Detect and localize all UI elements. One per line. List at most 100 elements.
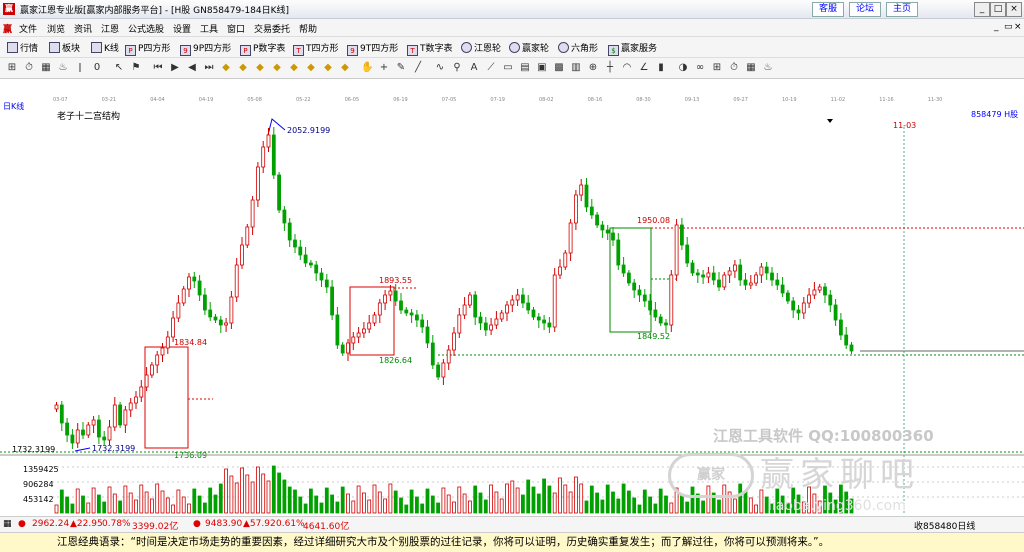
menu-trade[interactable]: 交易委托 [254,22,290,35]
flag-icon[interactable]: ⚑ [130,62,142,74]
grid-icon[interactable]: ⊞ [6,62,18,74]
angle-icon[interactable]: ⊞ [711,62,723,74]
candle [648,300,652,311]
diamond4-icon[interactable]: ◆ [339,62,351,74]
arc-icon[interactable]: ∞ [694,62,706,74]
p-number-table-button[interactable]: P P数字表 [240,41,285,56]
diamond6-icon[interactable]: + [378,62,390,74]
fan-icon[interactable]: ▩ [553,62,565,74]
play-icon[interactable]: ▶ [169,62,181,74]
status-grid-icon[interactable]: ▦ [3,519,12,529]
menu-formula[interactable]: 公式选股 [128,22,164,35]
sector-button[interactable]: 板块 [49,41,80,54]
menu-tools[interactable]: 工具 [200,22,218,35]
menu-browse[interactable]: 浏览 [47,22,65,35]
magnet-icon[interactable]: ▤ [519,62,531,74]
maximize-button[interactable]: □ [990,2,1006,17]
home-link[interactable]: 主页 [886,2,918,17]
study-dropdown-icon[interactable] [827,119,833,123]
candle [197,280,202,296]
t-square-button[interactable]: T T四方形 [293,41,339,56]
volume-bar [473,485,478,514]
menu-settings[interactable]: 设置 [173,22,191,35]
calendar-icon[interactable]: ▦ [40,62,52,74]
diamond5-icon[interactable]: ✋ [361,62,373,74]
service-link[interactable]: 客服 [812,2,844,17]
diamond7-icon[interactable]: ✎ [395,62,407,74]
cursor-icon[interactable]: ↖ [113,62,125,74]
first-icon[interactable]: ⏭ [203,62,215,74]
candle [404,309,409,314]
volume-bar [404,504,409,514]
zero-icon[interactable]: 0 [91,62,103,74]
candle [335,314,340,346]
volume-bar [388,483,393,514]
diamond2-icon[interactable]: ◆ [305,62,317,74]
hexagon-button[interactable]: 六角形 [558,41,598,54]
text-icon[interactable]: ▣ [536,62,548,74]
mdi-restore-button[interactable]: ▭ [1004,22,1013,32]
quotes-button[interactable]: 行情 [7,41,38,54]
clock-icon[interactable]: ⏱ [23,62,35,74]
line-icon[interactable]: ⟋ [485,62,497,74]
print-icon[interactable]: ∠ [638,62,650,74]
menu-app-icon[interactable]: 赢 [3,22,12,35]
menu-info[interactable]: 资讯 [74,22,92,35]
zoom-icon[interactable]: ▮ [655,62,667,74]
right-icon[interactable]: ◆ [271,62,283,74]
kline-icon[interactable]: ǀ [74,62,86,74]
winner-wheel-button[interactable]: 赢家轮 [509,41,549,54]
volume-bar [229,475,234,514]
crosshair-icon[interactable]: ⚲ [451,62,463,74]
p-square-button[interactable]: P P四方形 [125,41,170,56]
tick-chart-icon[interactable]: ♨ [57,62,69,74]
box-icon[interactable]: ▥ [570,62,582,74]
ruler-icon[interactable]: ◑ [677,62,689,74]
candle [457,314,462,334]
up-icon[interactable]: ◆ [220,62,232,74]
9p-square-button[interactable]: 9 9P四方形 [180,41,231,56]
mdi-close-button[interactable]: × [1014,22,1022,32]
diamond8-icon[interactable]: ╱ [412,62,424,74]
pie-icon[interactable]: ▦ [745,62,757,74]
volume-bar [181,496,186,514]
9t-square-button[interactable]: 9 9T四方形 [347,41,398,56]
winner-service-button[interactable]: $ 赢家服务 [608,41,657,56]
pen-icon[interactable]: A [468,62,480,74]
candle [759,266,764,276]
prev-icon[interactable]: ◀ [186,62,198,74]
bars-icon[interactable]: ⏱ [728,62,740,74]
infinity-icon[interactable]: ♨ [762,62,774,74]
kline-button[interactable]: K线 [91,41,119,54]
table-icon[interactable]: ⊕ [587,62,599,74]
volume-bar [367,499,372,514]
volume-bar [579,483,584,514]
minimize-button[interactable]: _ [974,2,990,17]
candle [770,272,774,281]
left-icon[interactable]: ◆ [254,62,266,74]
mdi-minimize-button[interactable]: _ [994,22,999,32]
down-icon[interactable]: ◆ [237,62,249,74]
diamond1-icon[interactable]: ◆ [288,62,300,74]
rewind-icon[interactable]: ⏮ [152,62,164,74]
gann-wheel-button[interactable]: 江恩轮 [461,41,501,54]
menu-window[interactable]: 窗口 [227,22,245,35]
volume-axis-3: 453142 [23,495,54,504]
candle [160,347,165,356]
time-axis-label: 11-30 [927,97,943,103]
save-icon[interactable]: ◠ [621,62,633,74]
wave-icon[interactable]: ▭ [502,62,514,74]
calc-icon[interactable]: ┼ [604,62,616,74]
volume-bar [303,503,308,514]
menu-file[interactable]: 文件 [19,22,37,35]
diamond3-icon[interactable]: ◆ [322,62,334,74]
forum-link[interactable]: 论坛 [849,2,881,17]
close-button[interactable]: × [1006,2,1022,17]
menu-gann[interactable]: 江恩 [101,22,119,35]
hand-icon[interactable]: ∿ [434,62,446,74]
t-number-table-button[interactable]: T T数字表 [407,41,453,56]
volume-bar [208,487,213,514]
menu-help[interactable]: 帮助 [299,22,317,35]
candle [70,434,75,444]
candle [664,322,668,326]
